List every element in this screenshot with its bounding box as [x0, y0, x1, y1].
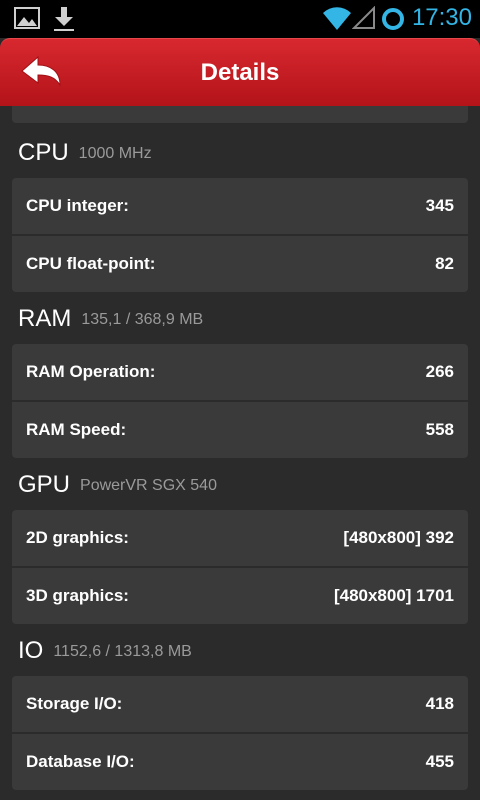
result-card: 2D graphics: [480x800] 392 3D graphics: …	[12, 510, 468, 624]
sync-icon	[380, 6, 406, 36]
result-row: 2D graphics: [480x800] 392	[12, 510, 468, 566]
status-bar: 17:30	[0, 0, 480, 38]
result-value: 266	[425, 362, 454, 381]
action-bar: Details	[0, 38, 480, 107]
result-card: CPU integer: 345 CPU float-point: 82	[12, 178, 468, 292]
result-value: 455	[425, 752, 454, 771]
result-value: 82	[435, 254, 454, 273]
previous-card	[12, 106, 468, 123]
result-label: RAM Speed:	[26, 420, 127, 439]
result-card: Storage I/O: 418 Database I/O: 455	[12, 676, 468, 790]
result-row: RAM Operation: 266	[12, 344, 468, 400]
result-row: CPU float-point: 82	[12, 236, 468, 292]
section-subtitle: PowerVR SGX 540	[80, 477, 217, 494]
result-label: Storage I/O:	[26, 694, 123, 713]
page-title: Details	[200, 59, 280, 86]
section-title: IO	[18, 637, 44, 664]
result-label: RAM Operation:	[26, 362, 156, 381]
result-value: 418	[425, 694, 454, 713]
section-header: RAM 135,1 / 368,9 MB	[18, 294, 203, 344]
status-time: 17:30	[411, 4, 472, 31]
result-label: CPU integer:	[26, 196, 129, 215]
details-list[interactable]: CPU 1000 MHz CPU integer: 345 CPU float-…	[0, 106, 480, 800]
section-header: IO 1152,6 / 1313,8 MB	[18, 626, 192, 676]
result-row: 3D graphics: [480x800] 1701	[12, 568, 468, 624]
result-row: RAM Speed: 558	[12, 402, 468, 458]
result-label: 2D graphics:	[26, 528, 129, 547]
result-label: CPU float-point:	[26, 254, 156, 273]
signal-icon	[351, 5, 376, 34]
wifi-icon	[322, 4, 352, 36]
section-subtitle: 1152,6 / 1313,8 MB	[53, 643, 192, 660]
section-header: CPU 1000 MHz	[18, 128, 152, 178]
section-header: GPU PowerVR SGX 540	[18, 460, 217, 510]
section-title: GPU	[18, 471, 71, 498]
result-label: 3D graphics:	[26, 586, 129, 605]
result-row: Database I/O: 455	[12, 734, 468, 790]
picture-icon	[14, 6, 40, 34]
result-row: Storage I/O: 418	[12, 676, 468, 732]
section-subtitle: 135,1 / 368,9 MB	[81, 311, 204, 328]
section-subtitle: 1000 MHz	[78, 145, 152, 162]
result-value: [480x800] 1701	[333, 586, 454, 605]
section-title: CPU	[18, 139, 69, 166]
result-value: 558	[425, 420, 454, 439]
section-title: RAM	[18, 305, 72, 332]
result-value: [480x800] 392	[343, 528, 454, 547]
result-card: RAM Operation: 266 RAM Speed: 558	[12, 344, 468, 458]
result-row: CPU integer: 345	[12, 178, 468, 234]
result-label: Database I/O:	[26, 752, 135, 771]
result-value: 345	[425, 196, 454, 215]
download-icon	[52, 6, 76, 36]
